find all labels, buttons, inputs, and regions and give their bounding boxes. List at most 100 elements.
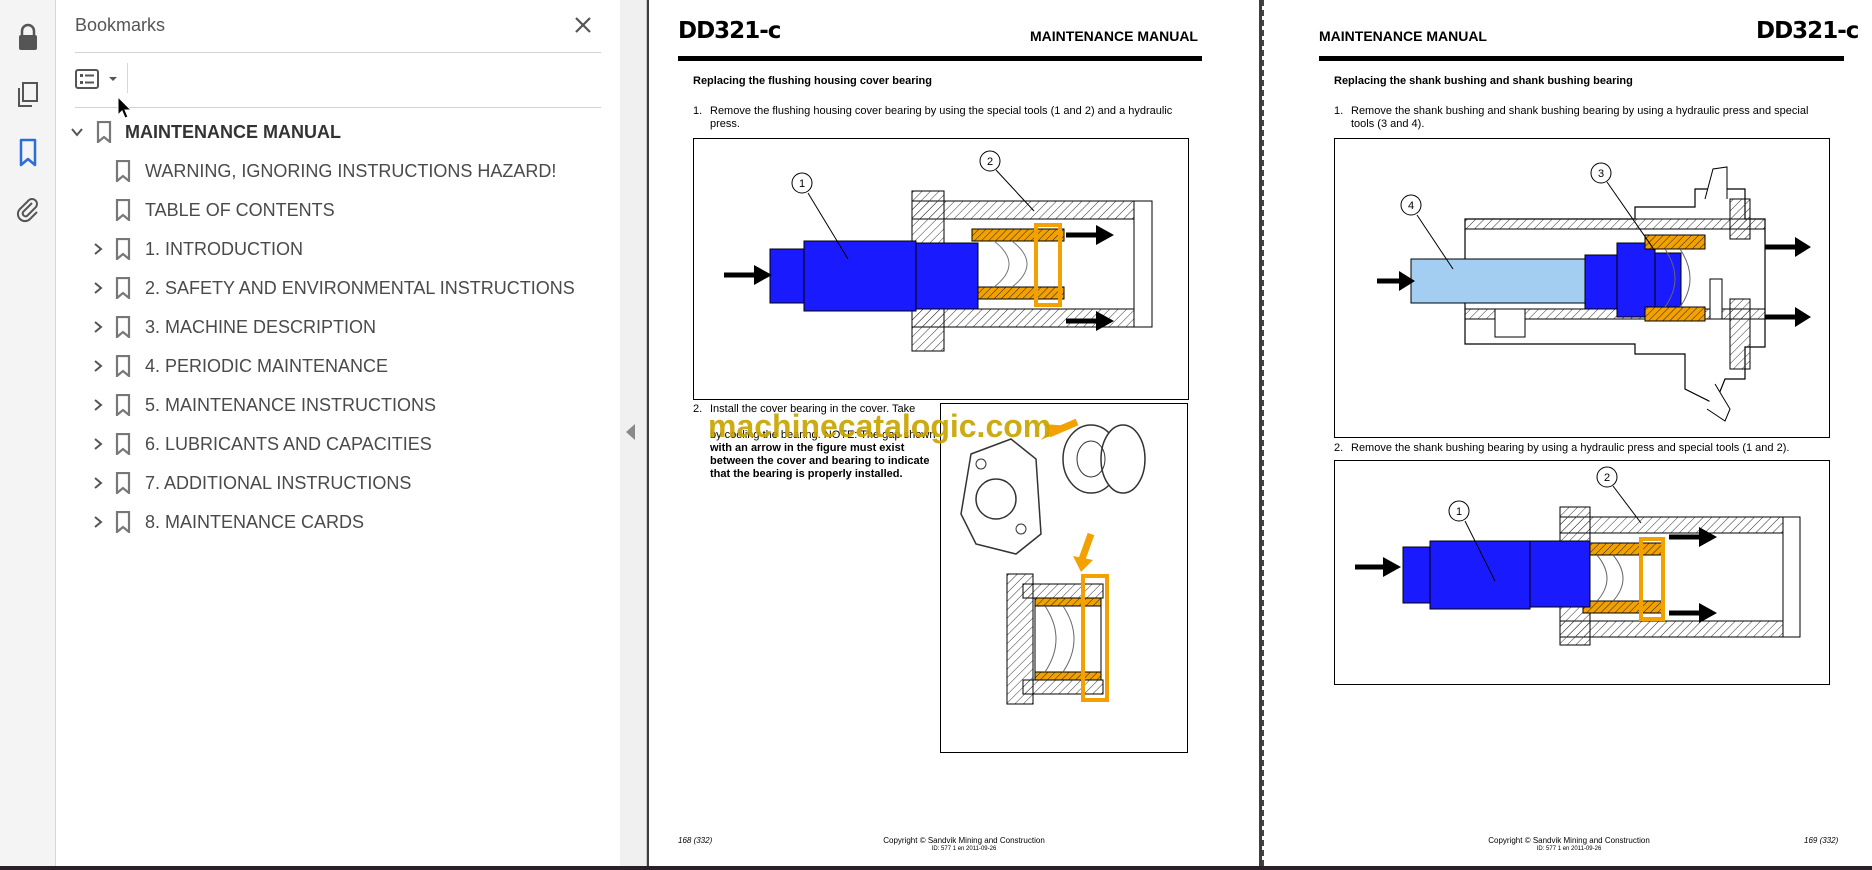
chevron-right-icon[interactable] xyxy=(90,436,106,452)
callout-3: 3 xyxy=(1598,168,1604,180)
model-logo: DD321-c xyxy=(678,18,781,44)
bookmark-label: 2. SAFETY AND ENVIRONMENTAL INSTRUCTIONS xyxy=(145,277,575,298)
bookmark-item-maintenance-instructions[interactable]: 5. MAINTENANCE INSTRUCTIONS xyxy=(56,387,620,423)
callout-1: 1 xyxy=(799,178,805,190)
step-number: 2. xyxy=(1334,442,1344,454)
bookmark-icon[interactable] xyxy=(11,136,45,170)
step-text: Remove the shank bushing bearing by usin… xyxy=(1351,442,1790,454)
bookmark-icon xyxy=(115,316,131,338)
collapse-panel-icon[interactable] xyxy=(626,424,635,440)
document-id: ID: 577 1 en 2011-09-26 xyxy=(1536,846,1602,852)
bookmark-icon xyxy=(96,121,112,143)
bookmark-options-button[interactable] xyxy=(74,66,120,92)
figure-shank-bushing-removal: 4 3 xyxy=(1334,138,1830,438)
taskbar-edge xyxy=(0,866,1872,870)
bookmark-icon xyxy=(115,394,131,416)
bookmark-item-safety[interactable]: 2. SAFETY AND ENVIRONMENTAL INSTRUCTIONS xyxy=(56,270,620,306)
bookmark-icon xyxy=(115,160,131,182)
chevron-right-icon[interactable] xyxy=(90,280,106,296)
step-number: 2. xyxy=(693,403,703,415)
panel-splitter[interactable] xyxy=(620,0,647,866)
copyright-footer: Copyright © Sandvik Mining and Construct… xyxy=(883,836,1045,845)
bookmark-item-maintenance-cards[interactable]: 8. MAINTENANCE CARDS xyxy=(56,504,620,540)
chevron-down-icon[interactable] xyxy=(69,124,85,140)
step-text: Remove the shank bushing and shank bushi… xyxy=(1351,105,1809,117)
pdf-viewer-window: Bookmarks MAINTENANCE MANUAL WARNING, IG… xyxy=(0,0,1872,866)
copyright-footer: Copyright © Sandvik Mining and Construct… xyxy=(1488,836,1650,845)
toolbar-separator xyxy=(127,63,128,93)
page-number: 169 (332) xyxy=(1804,836,1839,845)
chevron-down-icon xyxy=(109,77,117,81)
step-number: 1. xyxy=(693,105,703,117)
step-1: 1. Remove the flushing housing cover bea… xyxy=(693,105,1203,133)
bookmark-item-maintenance-manual[interactable]: MAINTENANCE MANUAL xyxy=(56,114,620,150)
bookmark-item-introduction[interactable]: 1. INTRODUCTION xyxy=(56,231,620,267)
bookmark-label: 8. MAINTENANCE CARDS xyxy=(145,511,365,532)
close-panel-button[interactable] xyxy=(570,12,596,38)
document-id: ID: 577 1 en 2011-09-26 xyxy=(931,846,997,852)
bookmark-label: 6. LUBRICANTS AND CAPACITIES xyxy=(145,433,432,454)
bookmark-icon xyxy=(115,433,131,455)
section-heading: Replacing the shank bushing and shank bu… xyxy=(1334,75,1633,87)
bookmark-label: WARNING, IGNORING INSTRUCTIONS HAZARD! xyxy=(145,160,557,181)
chevron-right-icon[interactable] xyxy=(90,475,106,491)
side-tool-rail xyxy=(0,0,56,866)
chevron-right-icon[interactable] xyxy=(90,397,106,413)
panel-title: Bookmarks xyxy=(75,15,166,35)
bookmark-item-table-of-contents[interactable]: TABLE OF CONTENTS xyxy=(56,192,620,228)
step-2: 2. Remove the shank bushing bearing by u… xyxy=(1334,442,1844,456)
step-text: that the bearing is properly installed. xyxy=(710,468,903,480)
bookmark-item-periodic-maintenance[interactable]: 4. PERIODIC MAINTENANCE xyxy=(56,348,620,384)
bookmark-icon xyxy=(115,511,131,533)
callout-2: 2 xyxy=(1604,472,1610,484)
bookmarks-panel: Bookmarks MAINTENANCE MANUAL WARNING, IG… xyxy=(56,0,621,866)
bookmark-icon xyxy=(115,277,131,299)
lock-icon[interactable] xyxy=(11,20,45,54)
page-header-title: MAINTENANCE MANUAL xyxy=(1030,28,1198,44)
list-options-icon xyxy=(75,69,99,89)
bookmark-item-additional-instructions[interactable]: 7. ADDITIONAL INSTRUCTIONS xyxy=(56,465,620,501)
figure-flushing-housing-bearing-removal: 1 2 xyxy=(693,138,1189,400)
step-number: 1. xyxy=(1334,105,1344,117)
bookmark-label: 5. MAINTENANCE INSTRUCTIONS xyxy=(145,394,437,415)
figure-shank-bushing-bearing-removal: 1 2 xyxy=(1334,460,1830,685)
step-text: Remove the flushing housing cover bearin… xyxy=(710,105,1173,117)
bookmark-label: 1. INTRODUCTION xyxy=(145,238,304,259)
header-rule xyxy=(678,56,1202,61)
page-header-title: MAINTENANCE MANUAL xyxy=(1319,28,1487,44)
header-rule xyxy=(1319,56,1844,61)
step-1: 1. Remove the shank bushing and shank bu… xyxy=(1334,105,1844,133)
section-heading: Replacing the flushing housing cover bea… xyxy=(693,75,932,87)
chevron-right-icon[interactable] xyxy=(90,358,106,374)
attachment-icon[interactable] xyxy=(11,193,45,227)
bookmark-icon xyxy=(115,472,131,494)
bookmark-icon xyxy=(115,238,131,260)
bookmark-label: 7. ADDITIONAL INSTRUCTIONS xyxy=(145,472,412,493)
bookmark-label: MAINTENANCE MANUAL xyxy=(125,121,341,142)
pages-icon[interactable] xyxy=(11,78,45,112)
chevron-right-icon[interactable] xyxy=(90,514,106,530)
bookmark-label: TABLE OF CONTENTS xyxy=(145,199,335,220)
figure-cover-bearing-install xyxy=(940,403,1188,753)
bookmark-icon xyxy=(115,355,131,377)
step-text: press. xyxy=(710,118,740,130)
bookmark-label: 3. MACHINE DESCRIPTION xyxy=(145,316,377,337)
bookmark-icon xyxy=(115,199,131,221)
divider xyxy=(75,52,601,53)
callout-1: 1 xyxy=(1456,506,1462,518)
model-logo: DD321-c xyxy=(1756,18,1859,44)
document-page-169: MAINTENANCE MANUAL DD321-c Replacing the… xyxy=(1262,0,1872,866)
callout-2: 2 xyxy=(987,156,993,168)
chevron-right-icon[interactable] xyxy=(90,241,106,257)
divider xyxy=(75,107,601,108)
bookmark-item-lubricants[interactable]: 6. LUBRICANTS AND CAPACITIES xyxy=(56,426,620,462)
bookmark-item-machine-description[interactable]: 3. MACHINE DESCRIPTION xyxy=(56,309,620,345)
step-text: tools (3 and 4). xyxy=(1351,118,1425,130)
chevron-right-icon[interactable] xyxy=(90,319,106,335)
watermark-text: machinecatalogic.com xyxy=(708,408,1052,444)
bookmark-label: 4. PERIODIC MAINTENANCE xyxy=(145,355,389,376)
step-text: between the cover and bearing to indicat… xyxy=(710,455,930,467)
callout-4: 4 xyxy=(1408,200,1414,212)
page-number: 168 (332) xyxy=(678,836,713,845)
bookmark-item-warning[interactable]: WARNING, IGNORING INSTRUCTIONS HAZARD! xyxy=(56,153,620,189)
